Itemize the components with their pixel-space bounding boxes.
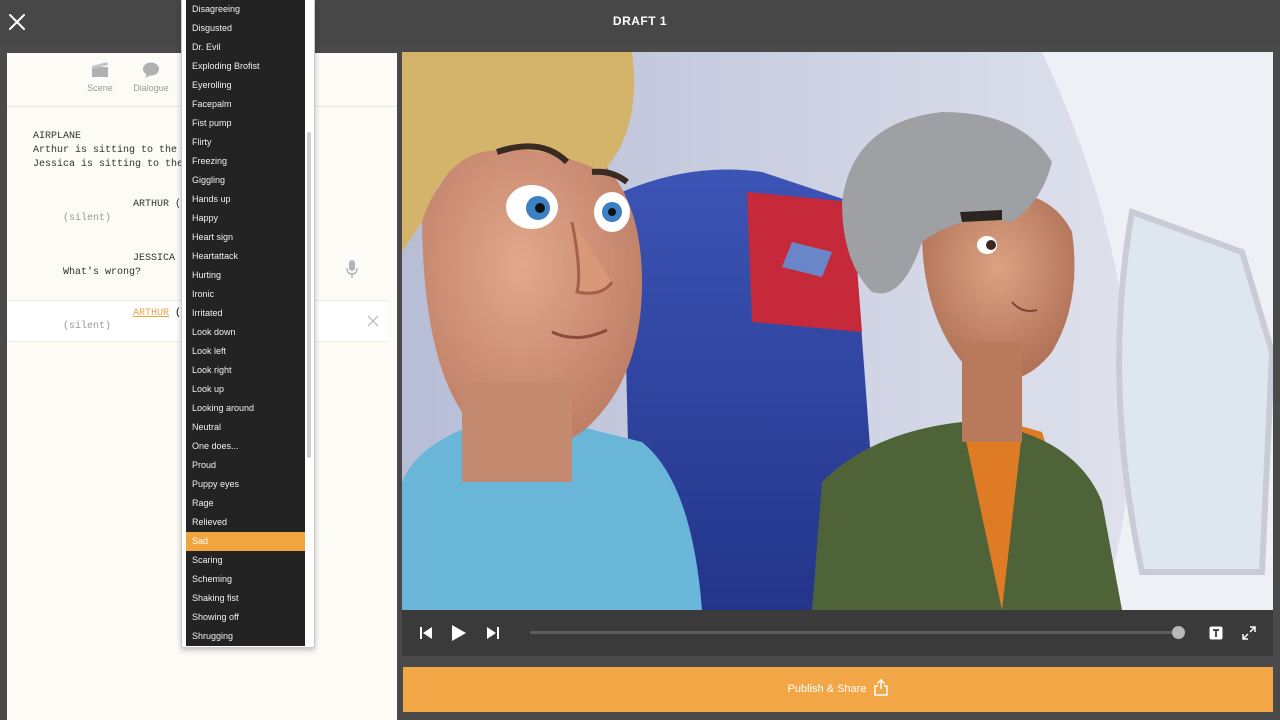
emotion-option[interactable]: Heart sign xyxy=(186,228,305,247)
speech-bubble-icon xyxy=(143,62,159,78)
emotion-option[interactable]: Scaring xyxy=(186,551,305,570)
emotion-option[interactable]: Happy xyxy=(186,209,305,228)
play-icon[interactable] xyxy=(451,624,467,642)
share-icon xyxy=(874,678,889,696)
emotion-option[interactable]: Freezing xyxy=(186,152,305,171)
character-name: JESSICA xyxy=(133,253,176,264)
emotion-dropdown[interactable]: Disagreeing Disgusted Dr. Evil Exploding Br… xyxy=(181,0,315,648)
emotion-option[interactable]: Disgusted xyxy=(186,19,305,38)
scene-heading: AIRPLANE xyxy=(33,131,82,142)
emotion-option[interactable]: Look right xyxy=(186,361,305,380)
dialogue-tool-button[interactable]: Dialogue xyxy=(121,61,181,93)
parenthetical: (silent) xyxy=(63,213,112,224)
emotion-option[interactable]: Dr. Evil xyxy=(186,38,305,57)
emotion-option[interactable]: Relieved xyxy=(186,513,305,532)
emotion-option[interactable]: Exploding Brofist xyxy=(186,57,305,76)
publish-share-button[interactable]: Publish & Share xyxy=(403,667,1273,712)
emotion-option[interactable]: Look down xyxy=(186,323,305,342)
preview-scene-image xyxy=(402,52,1273,610)
skip-back-icon[interactable] xyxy=(419,626,433,640)
text-toggle-icon[interactable] xyxy=(1209,626,1223,640)
action-line: Arthur is sitting to the xyxy=(33,145,178,156)
character-name-line: ARTHUR ( xyxy=(133,308,181,319)
dialogue-line: What's wrong? xyxy=(63,267,142,278)
emotion-option[interactable]: Neutral xyxy=(186,418,305,437)
emotion-option[interactable]: Hurting xyxy=(186,266,305,285)
dropdown-scrollbar[interactable] xyxy=(307,132,311,458)
action-line: Jessica is sitting to the xyxy=(33,159,184,170)
remove-block-icon[interactable] xyxy=(367,315,379,327)
character-name-active[interactable]: ARTHUR xyxy=(133,308,169,319)
emotion-option[interactable]: Hands up xyxy=(186,190,305,209)
skip-forward-icon[interactable] xyxy=(486,626,500,640)
emotion-option[interactable]: Irritated xyxy=(186,304,305,323)
fullscreen-icon[interactable] xyxy=(1242,626,1256,640)
emotion-option[interactable]: Look up xyxy=(186,380,305,399)
emotion-option[interactable]: Flirty xyxy=(186,133,305,152)
emotion-option[interactable]: Scheming xyxy=(186,570,305,589)
character-name-suffix: ( xyxy=(169,308,182,319)
emotion-option[interactable]: Facepalm xyxy=(186,95,305,114)
emotion-option[interactable]: Giggling xyxy=(186,171,305,190)
emotion-option[interactable]: Eyerolling xyxy=(186,76,305,95)
emotion-option[interactable]: Rage xyxy=(186,494,305,513)
emotion-option[interactable]: Disagreeing xyxy=(186,0,305,19)
emotion-option[interactable]: Puppy eyes xyxy=(186,475,305,494)
emotion-option[interactable]: Shaking fist xyxy=(186,589,305,608)
emotion-option[interactable]: Shrugging xyxy=(186,627,305,646)
emotion-option[interactable]: Looking around xyxy=(186,399,305,418)
timeline-scrubber[interactable] xyxy=(1172,626,1185,639)
character-name: ARTHUR ( xyxy=(133,199,182,210)
emotion-option[interactable]: One does... xyxy=(186,437,305,456)
emotion-option[interactable]: Look left xyxy=(186,342,305,361)
animation-preview[interactable] xyxy=(402,52,1273,610)
player-controls xyxy=(402,610,1273,656)
emotion-option[interactable]: Proud xyxy=(186,456,305,475)
clapperboard-icon xyxy=(92,62,108,77)
emotion-option[interactable]: Fist pump xyxy=(186,114,305,133)
emotion-option[interactable]: Showing off xyxy=(186,608,305,627)
emotion-option[interactable]: Heartattack xyxy=(186,247,305,266)
emotion-list: Disagreeing Disgusted Dr. Evil Exploding Br… xyxy=(186,0,305,646)
timeline-track[interactable] xyxy=(530,631,1182,634)
emotion-option[interactable]: Sad xyxy=(186,532,305,551)
publish-share-label: Publish & Share xyxy=(787,683,867,695)
scene-tool-label: Scene xyxy=(87,83,113,93)
emotion-option[interactable]: Ironic xyxy=(186,285,305,304)
dialogue-tool-label: Dialogue xyxy=(133,83,169,93)
microphone-icon[interactable] xyxy=(345,259,359,279)
parenthetical: (silent) xyxy=(63,321,112,332)
